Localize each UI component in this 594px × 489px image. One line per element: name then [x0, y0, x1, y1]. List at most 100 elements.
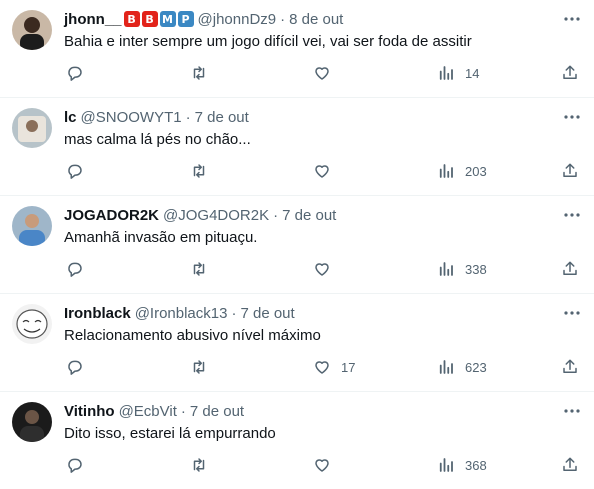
tweet-timestamp[interactable]: 7 de out [190, 403, 244, 420]
share-icon [563, 261, 577, 275]
display-name[interactable]: JOGADOR2K [64, 207, 159, 224]
views-button[interactable]: 368 [437, 454, 487, 476]
retweet-icon [193, 360, 205, 374]
retweet-button[interactable] [190, 160, 208, 182]
views-button[interactable]: 338 [437, 258, 487, 280]
tweet-text: Dito isso, estarei lá empurrando [64, 425, 276, 442]
badge-b2: B [141, 11, 158, 27]
separator-dot: · [231, 304, 237, 322]
more-icon[interactable] [562, 205, 582, 225]
share-button[interactable] [561, 454, 579, 476]
tweet-text: Bahia e inter sempre um jogo difícil vei… [64, 33, 472, 50]
like-button[interactable]: 17 [313, 356, 355, 378]
user-handle[interactable]: @Ironblack13 [135, 305, 228, 322]
badge-m: M [159, 11, 176, 27]
views-icon [439, 262, 453, 276]
views-icon [439, 458, 453, 472]
reply-button[interactable] [66, 454, 84, 476]
views-count: 623 [465, 359, 487, 375]
display-name[interactable]: Ironblack [64, 305, 131, 322]
like-button[interactable] [313, 160, 331, 182]
badge-b1: B [123, 11, 140, 27]
tweet-timestamp[interactable]: 7 de out [240, 305, 294, 322]
heart-icon [315, 361, 329, 374]
separator-dot: · [185, 108, 191, 126]
reply-icon [68, 262, 82, 277]
tweet[interactable]: Vitinho @EcbVit · 7 de out Dito isso, es… [0, 392, 594, 489]
avatar[interactable] [12, 402, 52, 442]
reply-button[interactable] [66, 258, 84, 280]
tweet-text: mas calma lá pés no chão... [64, 131, 251, 148]
heart-icon [315, 165, 329, 178]
reply-button[interactable] [66, 356, 84, 378]
share-icon [563, 359, 577, 373]
tweet-timestamp[interactable]: 7 de out [282, 207, 336, 224]
emoji-badges: B B M P [123, 11, 194, 27]
reply-feed: jhonn__ B B M P @jhonnDz9 · 8 de out Bah… [0, 0, 594, 489]
user-handle[interactable]: @JOG4DOR2K [163, 207, 269, 224]
display-name[interactable]: lc [64, 109, 77, 126]
heart-icon [315, 459, 329, 472]
more-icon[interactable] [562, 9, 582, 29]
avatar[interactable] [12, 304, 52, 344]
tweet-actions: 203 [0, 160, 594, 182]
badge-p: P [177, 11, 194, 27]
share-button[interactable] [561, 258, 579, 280]
display-name[interactable]: Vitinho [64, 403, 115, 420]
like-button[interactable] [313, 62, 331, 84]
tweet-actions: 14 [0, 62, 594, 84]
tweet-timestamp[interactable]: 7 de out [195, 109, 249, 126]
tweet-actions: 338 [0, 258, 594, 280]
retweet-button[interactable] [190, 454, 208, 476]
retweet-button[interactable] [190, 62, 208, 84]
views-count: 14 [465, 65, 480, 81]
user-handle[interactable]: @jhonnDz9 [198, 11, 277, 28]
tweet[interactable]: JOGADOR2K @JOG4DOR2K · 7 de out Amanhã i… [0, 196, 594, 294]
reply-icon [68, 66, 82, 81]
share-button[interactable] [561, 62, 579, 84]
views-count: 338 [465, 261, 487, 277]
reply-button[interactable] [66, 62, 84, 84]
user-handle[interactable]: @EcbVit [119, 403, 177, 420]
like-button[interactable] [313, 454, 331, 476]
views-button[interactable]: 203 [437, 160, 487, 182]
separator-dot: · [180, 402, 186, 420]
tweet-text: Relacionamento abusivo nível máximo [64, 327, 321, 344]
reply-icon [68, 360, 82, 375]
reply-icon [68, 164, 82, 179]
more-icon[interactable] [562, 401, 582, 421]
tweet-text: Amanhã invasão em pituaçu. [64, 229, 258, 246]
avatar[interactable] [12, 206, 52, 246]
display-name[interactable]: jhonn__ [64, 11, 122, 28]
retweet-button[interactable] [190, 356, 208, 378]
like-button[interactable] [313, 258, 331, 280]
retweet-button[interactable] [190, 258, 208, 280]
separator-dot: · [273, 206, 279, 224]
avatar[interactable] [12, 10, 52, 50]
separator-dot: · [280, 10, 286, 28]
share-button[interactable] [561, 356, 579, 378]
retweet-icon [193, 262, 205, 276]
more-icon[interactable] [562, 107, 582, 127]
more-icon[interactable] [562, 303, 582, 323]
views-button[interactable]: 623 [437, 356, 487, 378]
retweet-icon [193, 164, 205, 178]
avatar[interactable] [12, 108, 52, 148]
share-icon [563, 65, 577, 79]
reply-button[interactable] [66, 160, 84, 182]
tweet[interactable]: lc @SNOOWYT1 · 7 de out mas calma lá pés… [0, 98, 594, 196]
share-icon [563, 457, 577, 471]
tweet-actions: 368 [0, 454, 594, 476]
tweet[interactable]: jhonn__ B B M P @jhonnDz9 · 8 de out Bah… [0, 0, 594, 98]
user-handle[interactable]: @SNOOWYT1 [81, 109, 182, 126]
tweet-timestamp[interactable]: 8 de out [289, 11, 343, 28]
share-icon [563, 163, 577, 177]
retweet-icon [193, 66, 205, 80]
views-icon [439, 66, 453, 80]
reply-icon [68, 458, 82, 473]
views-button[interactable]: 14 [437, 62, 479, 84]
share-button[interactable] [561, 160, 579, 182]
views-count: 368 [465, 457, 487, 473]
tweet[interactable]: Ironblack @Ironblack13 · 7 de out Relaci… [0, 294, 594, 392]
views-icon [439, 360, 453, 374]
